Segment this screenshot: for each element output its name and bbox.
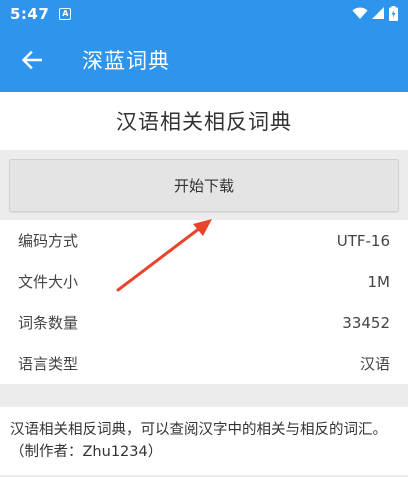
dictionary-title: 汉语相关相反词典	[116, 110, 292, 134]
signal-icon	[372, 7, 384, 19]
back-button[interactable]	[0, 27, 64, 92]
info-label: 文件大小	[18, 273, 79, 291]
info-value: 汉语	[359, 355, 390, 373]
info-value: 33452	[342, 313, 390, 332]
info-value: UTF-16	[336, 231, 390, 250]
status-time: 5:47	[10, 4, 50, 23]
notification-icon: A	[59, 7, 72, 20]
battery-icon	[389, 6, 398, 21]
start-download-button[interactable]: 开始下载	[9, 159, 399, 212]
info-row-file-size: 文件大小 1M	[18, 261, 390, 302]
info-value: 1M	[367, 272, 391, 291]
status-icons	[352, 6, 398, 21]
app-bar: 深蓝词典	[0, 27, 408, 92]
status-bar: 5:47 A	[0, 0, 408, 27]
info-label: 编码方式	[18, 232, 79, 250]
info-label: 词条数量	[18, 314, 79, 332]
wifi-icon	[352, 7, 368, 19]
dictionary-description: 汉语相关相反词典，可以查阅汉字中的相关与相反的词汇。（制作者：Zhu1234）	[0, 407, 408, 475]
app-title: 深蓝词典	[82, 48, 170, 73]
info-row-language: 语言类型 汉语	[18, 343, 390, 384]
info-label: 语言类型	[18, 355, 79, 373]
info-row-encoding: 编码方式 UTF-16	[18, 220, 390, 261]
divider	[0, 384, 408, 407]
download-button-container: 开始下载	[0, 159, 408, 212]
divider	[0, 150, 408, 159]
info-row-entry-count: 词条数量 33452	[18, 302, 390, 343]
dictionary-title-section: 汉语相关相反词典	[0, 92, 408, 150]
arrow-left-icon	[22, 50, 42, 69]
info-list: 编码方式 UTF-16 文件大小 1M 词条数量 33452 语言类型 汉语	[0, 220, 408, 384]
